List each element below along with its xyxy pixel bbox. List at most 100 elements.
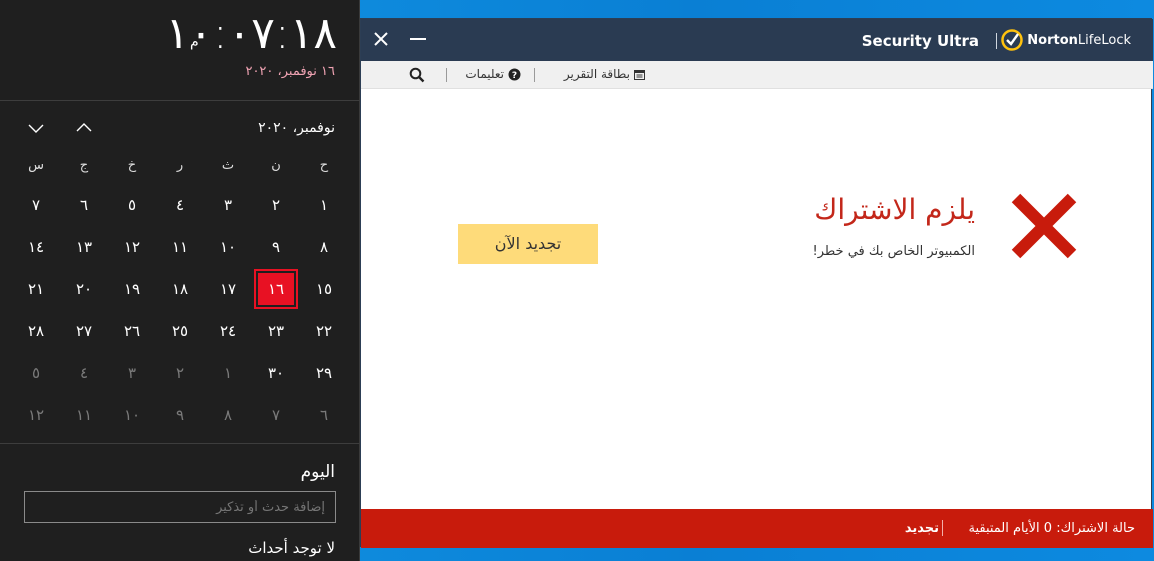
calendar-day[interactable]: ٢٨ [12,310,60,352]
calendar-day[interactable]: ٢٠ [60,268,108,310]
month-title[interactable]: نوفمبر، ٢٠٢٠ [258,120,335,136]
agenda-today-label: اليوم [300,462,335,482]
brand-name-light: LifeLock [1077,33,1131,48]
calendar-day[interactable]: ١٣ [60,226,108,268]
calendar-week-row: ٢٢ ٢٣ ٢٤ ٢٥ ٢٦ ٢٧ ٢٨ [12,310,348,352]
weekday-label: ح [319,158,329,173]
close-button[interactable] [369,27,393,51]
calendar-day[interactable]: ٥ [12,352,60,394]
calendar-day[interactable]: ٢ [156,352,204,394]
calendar-day[interactable]: ١٢ [12,394,60,436]
calendar-day-today[interactable]: ١٦ [252,268,300,310]
help-label: تعليمات [465,67,504,81]
calendar-day[interactable]: ٦ [300,394,348,436]
report-card-menu[interactable]: بطاقة التقرير [564,67,645,81]
no-events-text: لا توجد أحداث [248,539,335,557]
calendar-week-row: ٦ ٧ ٨ ٩ ١٠ ١١ ١٢ [12,394,348,436]
report-card-label: بطاقة التقرير [563,67,630,81]
today-highlight: ١٦ [254,269,298,309]
current-date-link[interactable]: ١٦ نوفمبر، ٢٠٢٠ [245,64,335,79]
help-icon: ? [508,68,521,81]
calendar-flyout: ١٠:٠٧:١٨ م ١٦ نوفمبر، ٢٠٢٠ نوفمبر، ٢٠٢٠ … [0,0,360,561]
weekday-label: ث [221,158,235,173]
calendar-day[interactable]: ١٥ [300,268,348,310]
calendar-day[interactable]: ١١ [60,394,108,436]
calendar-day[interactable]: ٩ [252,226,300,268]
renew-now-button[interactable]: تجديد الآن [458,224,598,264]
weekday-label: ر [176,158,184,173]
minimize-button[interactable] [407,29,429,49]
calendar-day[interactable]: ٢٤ [204,310,252,352]
subscription-status-text: حالة الاشتراك: 0 الأيام المتبقية [968,521,1135,536]
calendar-day[interactable]: ٧ [252,394,300,436]
search-button[interactable] [409,67,425,83]
calendar-day[interactable]: ٢٢ [300,310,348,352]
menu-bar: بطاقة التقرير ? تعليمات [361,61,1153,89]
calendar-grid: ١ ٢ ٣ ٤ ٥ ٦ ٧ ٨ ٩ ١٠ ١١ ١٢ ١٣ ١٤ ١٥ ١٦ ١٧ ١٨ ١٩ ٢٠ ٢١ ٢٢ ٢٣ ٢٤ ٢… [12,184,348,436]
status-separator [942,520,943,536]
calendar-day[interactable]: ١٨ [156,268,204,310]
calendar-day[interactable]: ٣ [204,184,252,226]
brand-separator [996,33,997,49]
calendar-day[interactable]: ٢ [252,184,300,226]
calendar-day[interactable]: ٢٣ [252,310,300,352]
calendar-day[interactable]: ١٩ [108,268,156,310]
svg-text:?: ? [512,71,517,81]
add-event-input[interactable] [24,491,336,523]
calendar-day[interactable]: ١ [204,352,252,394]
calendar-day[interactable]: ٤ [60,352,108,394]
menu-separator [534,68,535,82]
menu-separator [446,68,447,82]
calendar-day[interactable]: ١٤ [12,226,60,268]
calendar-day[interactable]: ١٠ [108,394,156,436]
calendar-day[interactable]: ١٠ [204,226,252,268]
calendar-day[interactable]: ٨ [204,394,252,436]
weekday-header: ح ن ث ر خ ج س [12,158,348,180]
product-name: Security Ultra [861,32,979,50]
calendar-day[interactable]: ٨ [300,226,348,268]
close-icon [374,32,388,46]
clock-ampm: م [190,34,199,50]
weekday-label: خ [127,158,137,173]
status-bar: حالة الاشتراك: 0 الأيام المتبقية تجديد [361,509,1153,548]
calendar-day[interactable]: ٤ [156,184,204,226]
calendar-day[interactable]: ١٢ [108,226,156,268]
help-menu[interactable]: ? تعليمات [465,67,521,81]
weekday-label: ن [271,158,281,173]
calendar-day[interactable]: ٧ [12,184,60,226]
calendar-week-row: ٢٩ ٣٠ ١ ٢ ٣ ٤ ٥ [12,352,348,394]
alert-title: يلزم الاشتراك [814,193,975,226]
renew-link[interactable]: تجديد [905,521,939,536]
calendar-day[interactable]: ٢١ [12,268,60,310]
calendar-day[interactable]: ٣ [108,352,156,394]
calendar-week-row: ١٢٣٤٥٦٧ [12,184,348,226]
weekday-label: ج [79,158,89,173]
calendar-day[interactable]: ٩ [156,394,204,436]
calendar-day[interactable]: ٢٥ [156,310,204,352]
previous-month-button[interactable] [72,116,96,140]
calendar-day[interactable]: ٣٠ [252,352,300,394]
norton-window: Security Ultra NortonLifeLock بطاقة التق… [360,18,1153,548]
minimize-icon [410,38,426,40]
brand-name-bold: Norton [1027,33,1078,48]
error-x-icon [1011,193,1077,259]
calendar-week-row: ١٥ ١٦ ١٧ ١٨ ١٩ ٢٠ ٢١ [12,268,348,310]
calendar-day[interactable]: ٢٩ [300,352,348,394]
search-icon [409,67,425,83]
divider [0,443,360,444]
calendar-day[interactable]: ٢٧ [60,310,108,352]
calendar-week-row: ٨ ٩ ١٠ ١١ ١٢ ١٣ ١٤ [12,226,348,268]
chevron-up-icon [76,123,92,132]
next-month-button[interactable] [24,116,48,140]
calendar-day[interactable]: ١١ [156,226,204,268]
calendar-day[interactable]: ٥ [108,184,156,226]
norton-checkmark-logo [1001,29,1023,51]
calendar-day[interactable]: ٢٦ [108,310,156,352]
weekday-label: س [28,158,44,173]
calendar-day[interactable]: ٦ [60,184,108,226]
calendar-day-number: ١٦ [258,273,294,305]
alert-subtitle: الكمبيوتر الخاص بك في خطر! [812,244,976,259]
brand-name: NortonLifeLock [1027,33,1131,48]
calendar-day[interactable]: ١٧ [204,268,252,310]
calendar-day[interactable]: ١ [300,184,348,226]
